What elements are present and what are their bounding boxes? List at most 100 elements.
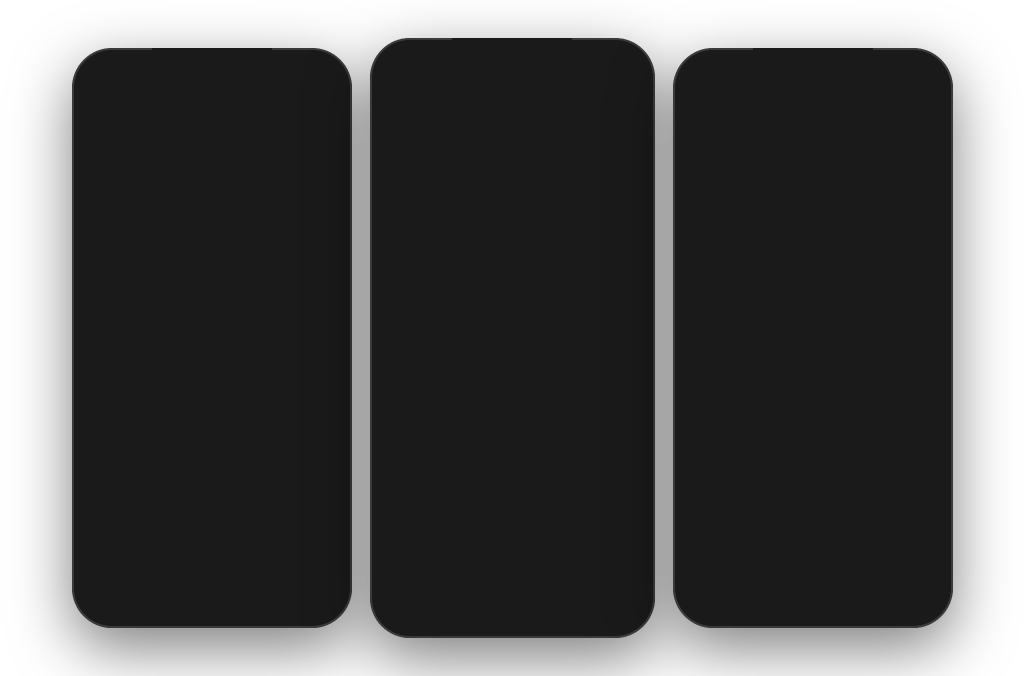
fc-name-b: Fact-Checker: B [438, 425, 631, 439]
send-icon-1[interactable]: ✈ [314, 94, 329, 115]
add-comment-1: Add a comment... [80, 517, 344, 547]
profile-icon-1[interactable]: 👤 [303, 578, 330, 604]
comment-input-avatar-1 [92, 521, 114, 543]
see-post-link-1[interactable]: See Post [188, 392, 234, 404]
like-icon-3[interactable]: ♡ [693, 509, 711, 534]
add-icon-1[interactable]: ➕ [202, 578, 229, 604]
status-icons-1: ▲▲▲ WiFi ▓ [261, 71, 327, 82]
story-inner-4-3 [880, 133, 926, 179]
story-label-3-3: chrisrobinp [818, 185, 862, 195]
signal-icon-3: ▲▲▲ [862, 71, 892, 82]
phone-2: 9:41 ▲▲▲ WiFi ▓ 📷 Instagram 📺 ✈ [370, 38, 655, 638]
status-time-3: 9:41 [697, 69, 721, 83]
fc-avatar-b: B [394, 427, 428, 461]
caption-user-1: alexraj [92, 473, 127, 485]
share-icon-1[interactable]: ✈ [162, 422, 177, 443]
comment-icon-3[interactable]: 💬 [724, 509, 749, 534]
modal-overlay-2: False Information in Post Independent fa… [378, 50, 647, 626]
your-story-inner-3 [694, 133, 740, 179]
see-why-button-1[interactable]: See Why [170, 367, 253, 393]
false-info-banner-3[interactable]: ⚠ See why fact-checkers say this is fals… [681, 472, 945, 501]
camera-icon-1[interactable]: 📷 [94, 92, 119, 117]
story-5-1[interactable]: danto [338, 130, 344, 195]
nav-right-3: 📺 ✈ [879, 94, 931, 115]
phones-container: 9:41 ▲▲▲ WiFi ▓ 📷 Instagram 📺 ✈ [52, 18, 973, 658]
false-info-banner-text-3: See why fact-checkers say this is false. [708, 482, 934, 493]
comment-1-1: lizunakim this is an insane shot - is it… [80, 488, 344, 503]
warning-icon-3: ⚠ [691, 479, 703, 495]
phone-3-screen: 9:41 ▲▲▲ WiFi ▓ 📷 Instagram 📺 ✈ [681, 60, 945, 616]
add-icon-3[interactable]: ➕ [803, 578, 830, 604]
cancel-button-2[interactable]: Cancel [394, 499, 631, 540]
comment-placeholder-1[interactable]: Add a comment... [120, 526, 206, 538]
post-avatar-3: 👤 [691, 212, 723, 244]
fc-conclusion-value-b: False [498, 439, 526, 451]
story-your-1[interactable]: Your Story [90, 130, 142, 195]
tv-icon-1[interactable]: 📺 [278, 94, 300, 115]
your-story-label-3: Your Story [696, 185, 738, 195]
story-label-4-1: emiilyjun [284, 185, 319, 195]
story-2-3[interactable]: iamjaywee [753, 130, 805, 195]
your-story-label-1: Your Story [95, 185, 137, 195]
battery-icon-3: ▓ [921, 71, 928, 82]
story-2-1[interactable]: iamjaywee [152, 130, 204, 195]
post-username-3: alexraj [731, 221, 916, 236]
stories-row-1: Your Story iamjaywee chrisrobinp [80, 122, 344, 204]
home-icon-1[interactable]: 🏠 [93, 578, 120, 604]
story-avatar-5-3 [939, 130, 945, 182]
fc-conclusion-label-b: Conclusion: [438, 439, 495, 451]
post-likes-3: 👤👤 Liked by hazeljennings and others [693, 544, 933, 555]
send-icon-3[interactable]: ✈ [915, 94, 930, 115]
story-5-3[interactable]: danto [939, 130, 945, 195]
modal-sheet-2: False Information in Post Independent fa… [378, 227, 647, 586]
fc-more-a: More Information: There are no highway s… [438, 389, 631, 413]
search-icon-1[interactable]: 🔍 [147, 578, 174, 604]
post-header-3: 👤 alexraj ••• [681, 204, 945, 252]
profile-icon-3[interactable]: 👤 [904, 578, 931, 604]
share-icon-3[interactable]: ✈ [763, 511, 778, 532]
story-3-3[interactable]: chrisrobinp [815, 130, 867, 195]
story-inner-5-3 [942, 133, 945, 179]
post-actions-3: ♡ 💬 ✈ 🔖 [681, 501, 945, 542]
status-bar-3: 9:41 ▲▲▲ WiFi ▓ [681, 60, 945, 88]
story-4-3[interactable]: emiilyjun [877, 130, 929, 195]
comment-icon-1[interactable]: 💬 [123, 420, 148, 445]
your-story-avatar-3 [691, 130, 743, 182]
view-comments-1[interactable]: View all 10 comments [80, 503, 344, 517]
bookmark-icon-1[interactable]: 🔖 [307, 420, 332, 445]
phone-1-screen: 9:41 ▲▲▲ WiFi ▓ 📷 Instagram 📺 ✈ [80, 60, 344, 616]
camera-icon-3[interactable]: 📷 [695, 92, 720, 117]
post-header-1: 👤 alexraj ••• [80, 204, 344, 252]
story-inner-4-1 [279, 133, 325, 179]
heart-nav-icon-3[interactable]: ♡ [857, 578, 877, 604]
false-info-subtitle-1: Reviewed by independent fact-checkers [123, 344, 300, 355]
bottom-nav-3: 🏠 🔍 ➕ ♡ 👤 [681, 569, 945, 616]
story-your-3[interactable]: Your Story [691, 130, 743, 195]
heart-nav-icon-1[interactable]: ♡ [256, 578, 276, 604]
road-photo-3 [681, 252, 945, 472]
story-4-1[interactable]: emiilyjun [276, 130, 328, 195]
post-meta-1: 👤👤 Liked by hazeljennings and others [80, 453, 344, 468]
post-more-1[interactable]: ••• [315, 218, 334, 239]
nav-bar-3: 📷 Instagram 📺 ✈ [681, 88, 945, 122]
like-icon-1[interactable]: ♡ [92, 420, 110, 445]
comment-user-1: lizunakim [92, 490, 142, 502]
modal-handle-2 [494, 243, 530, 247]
post-avatar-1: 👤 [90, 212, 122, 244]
share-anyway-button-2[interactable]: Share Anyway [394, 546, 631, 578]
signal-icon-1: ▲▲▲ [261, 71, 291, 82]
tv-icon-3[interactable]: 📺 [879, 94, 901, 115]
search-icon-3[interactable]: 🔍 [748, 578, 775, 604]
phone-2-screen: 9:41 ▲▲▲ WiFi ▓ 📷 Instagram 📺 ✈ [378, 50, 647, 626]
story-3-1[interactable]: chrisrobinp [214, 130, 266, 195]
post-actions-1: ♡ 💬 ✈ 🔖 [80, 412, 344, 453]
post-more-3[interactable]: ••• [916, 218, 935, 239]
bookmark-icon-3[interactable]: 🔖 [908, 509, 933, 534]
status-time-1: 9:41 [96, 69, 120, 83]
wifi-icon-1: WiFi [295, 71, 316, 82]
phone-1: 9:41 ▲▲▲ WiFi ▓ 📷 Instagram 📺 ✈ [72, 48, 352, 628]
caption-content-1: look at this. [129, 473, 185, 485]
post-actions-left-3: ♡ 💬 ✈ [693, 509, 779, 534]
home-icon-3[interactable]: 🏠 [694, 578, 721, 604]
story-avatar-3-3 [815, 130, 867, 182]
